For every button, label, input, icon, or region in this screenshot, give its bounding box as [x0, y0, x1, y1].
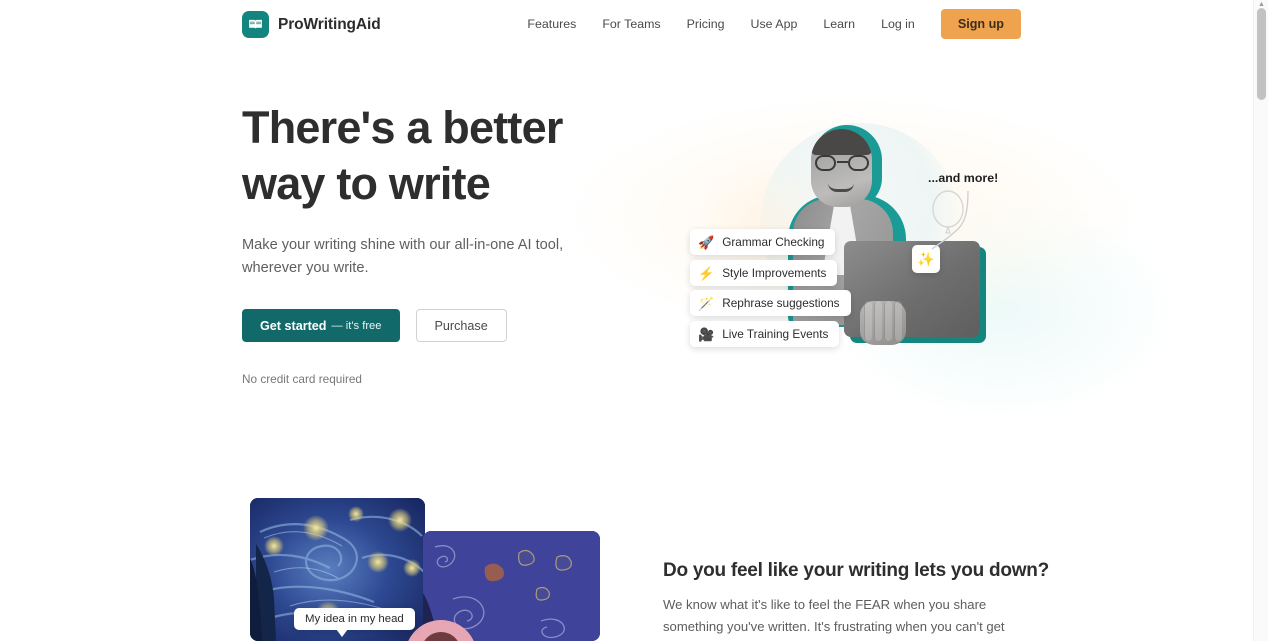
rocket-icon: 🚀	[698, 234, 715, 250]
brand-logo[interactable]: ProWritingAid	[242, 11, 381, 38]
scroll-up-arrow-icon[interactable]: ▲	[1258, 1, 1265, 8]
section2-artwork: My idea in my head	[250, 498, 600, 641]
glasses-icon	[813, 155, 871, 171]
nav-link-features[interactable]: Features	[514, 11, 589, 37]
feature-badge-label: Live Training Events	[722, 327, 829, 341]
section2-copy: Do you feel like your writing lets you d…	[663, 560, 1049, 641]
nav-link-use-app[interactable]: Use App	[738, 11, 811, 37]
hero-copy: There's a better way to write Make your …	[242, 100, 642, 386]
nav-link-pricing[interactable]: Pricing	[674, 11, 738, 37]
section2-heading: Do you feel like your writing lets you d…	[663, 560, 1049, 581]
get-started-label: Get started	[260, 318, 327, 333]
person-hand	[860, 301, 906, 345]
feature-badge-rephrase-suggestions[interactable]: 🪄 Rephrase suggestions	[690, 290, 851, 316]
get-started-button[interactable]: Get started — it's free	[242, 309, 400, 342]
sign-up-button[interactable]: Sign up	[940, 9, 1021, 39]
main-nav: Features For Teams Pricing Use App Learn…	[514, 0, 1021, 48]
feature-badge-grammar-checking[interactable]: 🚀 Grammar Checking	[690, 229, 836, 255]
feature-badge-label: Rephrase suggestions	[722, 296, 840, 310]
image-caption: My idea in my head	[294, 608, 415, 630]
feature-badge-style-improvements[interactable]: ⚡ Style Improvements	[690, 260, 838, 286]
section2-body: We know what it's like to feel the FEAR …	[663, 597, 1005, 634]
nav-link-for-teams[interactable]: For Teams	[589, 11, 673, 37]
scrollbar-thumb[interactable]	[1257, 8, 1266, 100]
feature-badge-live-training-events[interactable]: 🎥 Live Training Events	[690, 321, 840, 347]
nav-link-learn[interactable]: Learn	[810, 11, 868, 37]
brand-name: ProWritingAid	[278, 15, 381, 33]
lightning-icon: ⚡	[698, 265, 715, 281]
page-root: ProWritingAid Features For Teams Pricing…	[0, 0, 1268, 641]
nav-link-log-in[interactable]: Log in	[868, 11, 928, 37]
and-more-label: ...and more!	[928, 171, 999, 185]
movie-camera-icon: 🎥	[698, 326, 715, 342]
caption-tail	[336, 629, 348, 637]
feature-badge-label: Style Improvements	[722, 266, 827, 280]
balloon-doodle-icon	[931, 190, 969, 250]
hero-subtitle: Make your writing shine with our all-in-…	[242, 237, 564, 276]
hero-title-line-1: There's a better	[242, 102, 563, 153]
open-book-icon	[242, 11, 269, 38]
page-scrollbar[interactable]: ▲	[1253, 0, 1268, 641]
hero-illustration: 🚀 Grammar Checking ⚡ Style Improvements …	[660, 95, 1020, 385]
site-header: ProWritingAid Features For Teams Pricing…	[0, 0, 1253, 48]
feature-badge-label: Grammar Checking	[722, 235, 825, 249]
purchase-button[interactable]: Purchase	[415, 309, 507, 342]
no-credit-card-note: No credit card required	[242, 372, 362, 386]
hero-title-line-2: way to write	[242, 158, 491, 209]
magic-wand-icon: 🪄	[698, 295, 715, 311]
page-title: There's a better way to write	[242, 100, 642, 212]
get-started-suffix: — it's free	[331, 319, 382, 332]
hero-cta-group: Get started — it's free Purchase	[242, 309, 642, 342]
